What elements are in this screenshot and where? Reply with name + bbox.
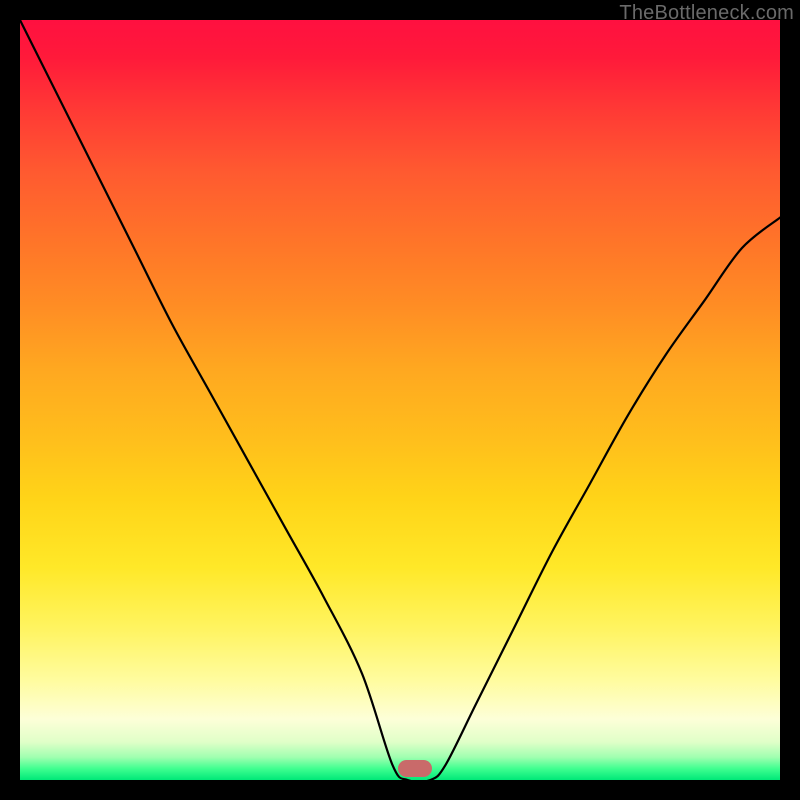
minimum-marker [398, 760, 432, 777]
watermark-text: TheBottleneck.com [619, 2, 794, 25]
chart-plot-area [20, 20, 780, 780]
